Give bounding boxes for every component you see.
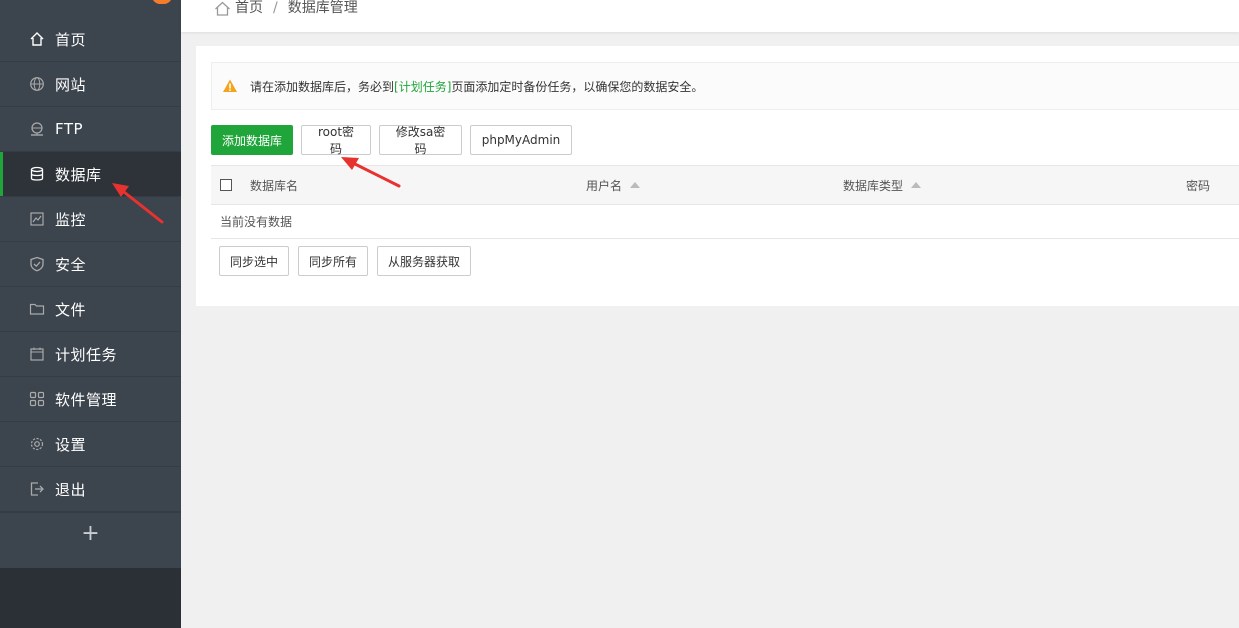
sidebar-item-logout[interactable]: 退出 — [0, 467, 181, 512]
home-icon[interactable] — [214, 1, 231, 16]
plus-icon: + — [81, 520, 100, 546]
sidebar-item-ftp[interactable]: FTP — [0, 107, 181, 152]
sidebar-item-monitor[interactable]: 监控 — [0, 197, 181, 242]
add-menu-button[interactable]: + — [0, 512, 181, 553]
column-header-dbtype[interactable]: 数据库类型 — [843, 166, 922, 204]
select-all-checkbox[interactable] — [220, 179, 232, 191]
sort-asc-icon — [911, 182, 922, 188]
change-sa-password-button[interactable]: 修改sa密码 — [379, 125, 462, 156]
sidebar-item-label: 监控 — [55, 210, 87, 229]
sync-toolbar: 同步选中 同步所有 从服务器获取 — [219, 246, 471, 276]
sidebar-item-database[interactable]: 数据库 — [0, 152, 181, 197]
cron-task-link[interactable]: [计划任务] — [394, 78, 451, 95]
topbar: 首页 / 数据库管理 — [181, 0, 1239, 32]
alert-text-prefix: 请在添加数据库后，务必到 — [250, 79, 395, 94]
calendar-icon — [28, 345, 46, 363]
grid-icon — [28, 390, 46, 408]
globe-icon — [28, 75, 46, 93]
breadcrumb: 首页 / 数据库管理 — [214, 0, 358, 16]
sidebar-item-software[interactable]: 软件管理 — [0, 377, 181, 422]
column-header-password: 密码 — [1186, 166, 1210, 204]
sync-selected-button[interactable]: 同步选中 — [219, 246, 289, 276]
sidebar-item-settings[interactable]: 设置 — [0, 422, 181, 467]
phpmyadmin-button[interactable]: phpMyAdmin — [470, 125, 572, 155]
gear-icon — [28, 435, 46, 453]
database-icon — [28, 165, 46, 183]
sidebar-item-label: 首页 — [55, 30, 87, 49]
sidebar-item-label: FTP — [55, 120, 84, 138]
logout-icon — [28, 480, 46, 498]
sidebar-item-label: 计划任务 — [55, 345, 118, 364]
notification-badge — [152, 0, 172, 4]
column-header-dbname[interactable]: 数据库名 — [250, 166, 298, 204]
sidebar-item-label: 数据库 — [55, 165, 102, 184]
add-database-button[interactable]: 添加数据库 — [211, 125, 293, 155]
monitor-icon — [28, 210, 46, 228]
empty-table-message: 当前没有数据 — [211, 205, 1239, 239]
fetch-from-server-button[interactable]: 从服务器获取 — [377, 246, 471, 276]
sidebar-item-files[interactable]: 文件 — [0, 287, 181, 332]
sidebar-footer — [0, 568, 181, 628]
sidebar-item-label: 设置 — [55, 435, 87, 454]
warning-icon — [223, 79, 237, 92]
ftp-icon — [28, 120, 46, 138]
sidebar-menu: 首页 网站 FTP 数据库 监控 安全 文件 计划任务 软件管理 设置 退出 — [0, 17, 181, 512]
sidebar-item-website[interactable]: 网站 — [0, 62, 181, 107]
main-panel: 请在添加数据库后，务必到 [计划任务] 页面添加定时备份任务，以确保您的数据安全。 … — [196, 46, 1239, 306]
sidebar: 首页 网站 FTP 数据库 监控 安全 文件 计划任务 软件管理 设置 退出 + — [0, 0, 181, 628]
column-header-label: 数据库类型 — [843, 178, 904, 193]
root-password-button[interactable]: root密码 — [301, 125, 371, 156]
folder-icon — [28, 300, 46, 318]
column-header-label: 密码 — [1186, 178, 1211, 193]
breadcrumb-home-link[interactable]: 首页 — [235, 0, 263, 16]
sidebar-item-label: 文件 — [55, 300, 87, 319]
db-toolbar: 添加数据库 root密码 修改sa密码 phpMyAdmin — [211, 125, 572, 156]
breadcrumb-separator: / — [273, 0, 278, 16]
sidebar-item-label: 安全 — [55, 255, 87, 274]
sidebar-item-home[interactable]: 首页 — [0, 17, 181, 62]
sidebar-item-label: 退出 — [55, 480, 87, 499]
sort-asc-icon — [630, 182, 641, 188]
column-header-label: 数据库名 — [250, 178, 299, 193]
sidebar-item-label: 网站 — [55, 75, 87, 94]
alert-text-suffix: 页面添加定时备份任务，以确保您的数据安全。 — [451, 79, 704, 94]
sidebar-item-security[interactable]: 安全 — [0, 242, 181, 287]
sidebar-item-cron[interactable]: 计划任务 — [0, 332, 181, 377]
breadcrumb-current: 数据库管理 — [287, 0, 358, 16]
database-table: 数据库名 用户名 数据库类型 密码 当前没有数据 — [211, 165, 1239, 239]
column-header-username[interactable]: 用户名 — [586, 166, 641, 204]
sync-all-button[interactable]: 同步所有 — [298, 246, 368, 276]
backup-warning-alert: 请在添加数据库后，务必到 [计划任务] 页面添加定时备份任务，以确保您的数据安全。 — [211, 62, 1239, 110]
column-header-label: 用户名 — [586, 178, 623, 193]
home-icon — [28, 30, 46, 48]
table-header: 数据库名 用户名 数据库类型 密码 — [211, 166, 1239, 205]
select-all-cell — [220, 166, 232, 204]
sidebar-item-label: 软件管理 — [55, 390, 118, 409]
shield-icon — [28, 255, 46, 273]
